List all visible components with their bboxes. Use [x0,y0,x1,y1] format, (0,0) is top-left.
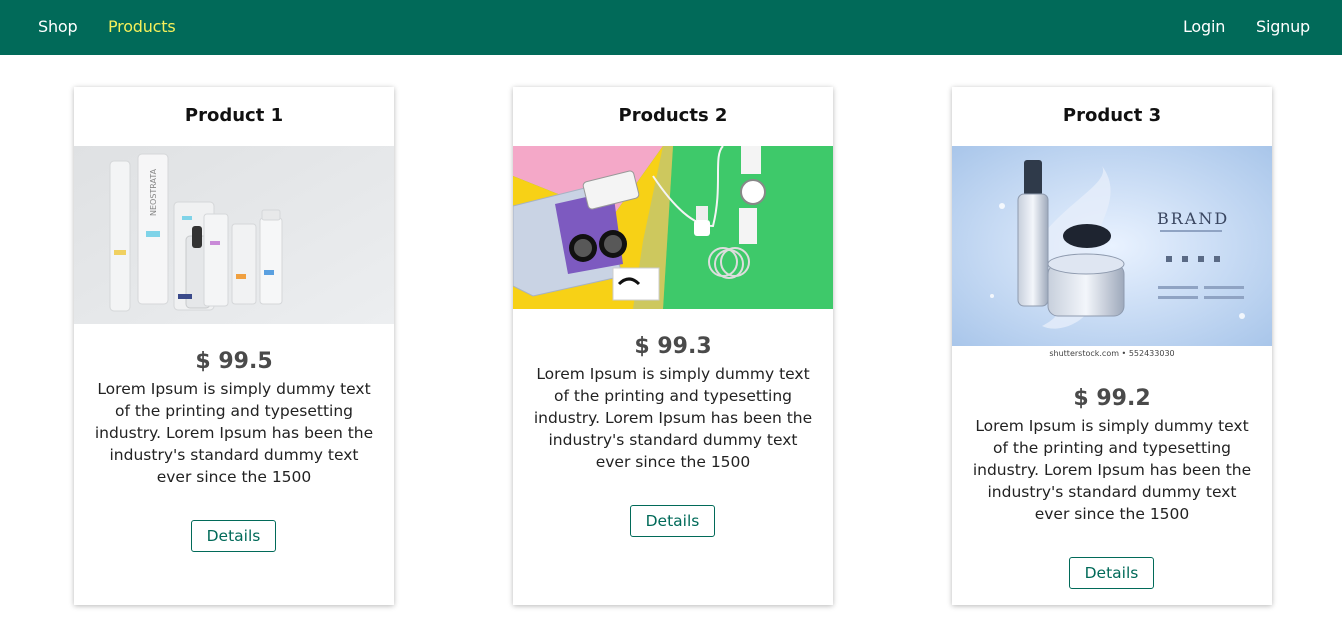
brand-text: NEOSTRATA [149,168,158,216]
nav-signup-link[interactable]: Signup [1256,17,1310,36]
product-price: $ 99.2 [1073,386,1151,411]
nav-products-link[interactable]: Products [108,17,176,36]
product-card-1: Product 1 NEOSTRATA $ 99.5 Lorem Ipsum i… [74,87,394,605]
navbar: Shop Products Login Signup [0,0,1342,55]
product-title: Products 2 [618,105,728,126]
brand-text: BRAND [1157,209,1229,228]
product-title: Product 1 [184,105,284,126]
product-price: $ 99.3 [634,334,712,359]
product-image-accessories [513,146,833,309]
product-title: Product 3 [1062,105,1162,126]
product-card-3: Product 3 shutterstock.com • 552433030 B… [952,87,1272,605]
product-description: Lorem Ipsum is simply dummy text of the … [533,365,813,471]
product-description: Lorem Ipsum is simply dummy text of the … [972,417,1252,523]
details-button[interactable]: Details [1069,557,1154,589]
product-image-cosmetics: shutterstock.com • 552433030 BRAND [952,146,1272,361]
product-description: Lorem Ipsum is simply dummy text of the … [94,380,374,486]
image-watermark: shutterstock.com • 552433030 [1049,349,1174,358]
details-button[interactable]: Details [191,520,276,552]
nav-login-link[interactable]: Login [1183,17,1225,36]
product-card-2: Products 2 $ 99.3 Lorem Ipsum is simply … [513,87,833,605]
product-price: $ 99.5 [195,349,273,374]
details-button[interactable]: Details [630,505,715,537]
product-image-skincare: NEOSTRATA [74,146,394,324]
nav-shop-link[interactable]: Shop [38,17,78,36]
